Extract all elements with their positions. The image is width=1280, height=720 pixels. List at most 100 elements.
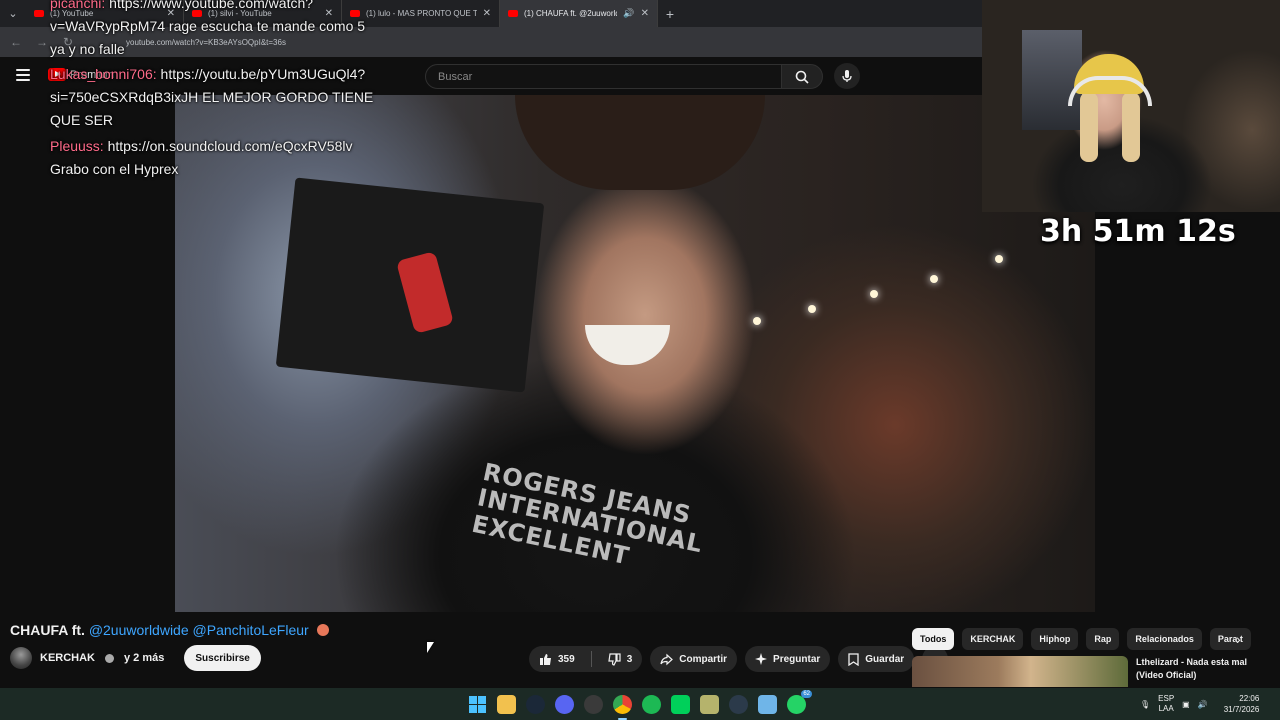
- video-actions: 359 3 Compartir Preguntar Guardar ⋯: [529, 646, 949, 672]
- emoji-icon: [316, 624, 329, 636]
- tab-chaufa[interactable]: (1) CHAUFA ft. @2uuworldwide 🔊 ✕: [500, 0, 658, 27]
- chevron-right-icon[interactable]: ›: [1236, 631, 1241, 647]
- clock-date: 31/7/2026: [1223, 705, 1260, 714]
- chat-message: picanchi: https://www.youtube.com/watch?…: [50, 0, 380, 61]
- bookmark-icon: [848, 652, 859, 666]
- channel-name[interactable]: KERCHAK: [40, 652, 95, 664]
- chrome-icon[interactable]: [613, 694, 632, 720]
- mention-link[interactable]: @PanchitoLeFleur: [193, 622, 309, 638]
- webcam-window-bg: [1022, 30, 1082, 130]
- ceiling-light: [870, 290, 878, 298]
- ccleaner-icon[interactable]: [729, 694, 748, 714]
- ceiling-light: [930, 275, 938, 283]
- dislike-count: 3: [626, 653, 633, 665]
- like-dislike-group: 359 3: [529, 646, 643, 672]
- ask-label: Preguntar: [773, 653, 821, 665]
- tab-label: (1) lulo - MAS PRONTO QUE TARDE: [366, 9, 477, 18]
- chip-todos[interactable]: Todos: [912, 628, 955, 650]
- steam-icon[interactable]: [526, 694, 545, 714]
- thumbs-up-icon: [540, 653, 551, 665]
- like-button[interactable]: 359: [529, 646, 585, 672]
- channel-row: KERCHAK y 2 más Suscribirse: [10, 645, 261, 671]
- windows-icon: [469, 695, 486, 713]
- search-input[interactable]: Buscar: [425, 64, 782, 89]
- subscribe-button[interactable]: Suscribirse: [184, 645, 261, 671]
- chat-username: Pleuuss:: [50, 138, 104, 154]
- youtube-favicon-icon: [34, 10, 44, 17]
- video-person-hair: [515, 95, 765, 190]
- verified-icon: [105, 653, 114, 663]
- ask-button[interactable]: Preguntar: [745, 646, 831, 672]
- save-button[interactable]: Guardar: [838, 646, 915, 672]
- stream-timer: 3h 51m 12s: [1040, 214, 1236, 249]
- close-icon[interactable]: ✕: [641, 8, 649, 19]
- network-icon[interactable]: ▣: [1182, 700, 1190, 709]
- chip-para-ti[interactable]: Para t: [1209, 628, 1251, 650]
- close-icon[interactable]: ✕: [483, 8, 491, 19]
- ceiling-light: [995, 255, 1003, 263]
- related-chips: Todos KERCHAK Hiphop Rap Relacionados Pa…: [912, 628, 1251, 650]
- ceiling-light: [808, 305, 816, 313]
- dislike-button[interactable]: 3: [598, 646, 643, 672]
- related-title[interactable]: Lthelizard - Nada esta mal (Video Oficia…: [1136, 656, 1266, 687]
- thumbs-down-icon: [607, 652, 621, 666]
- notification-badge: 62: [801, 689, 812, 698]
- like-count: 359: [558, 653, 575, 665]
- mention-link[interactable]: @2uuworldwide: [89, 622, 189, 638]
- chat-username: picanchi:: [50, 0, 106, 11]
- share-button[interactable]: Compartir: [650, 646, 738, 672]
- new-tab-button[interactable]: +: [658, 0, 682, 27]
- related-video-item[interactable]: Lthelizard - Nada esta mal (Video Oficia…: [912, 656, 1266, 687]
- video-title: CHAUFA ft. @2uuworldwide @PanchitoLeFleu…: [10, 622, 329, 638]
- notepad-icon[interactable]: [700, 694, 719, 714]
- start-button[interactable]: [468, 695, 487, 714]
- search-icon: [795, 70, 809, 84]
- file-explorer-icon[interactable]: [497, 694, 516, 714]
- chip-kerchak[interactable]: KERCHAK: [962, 628, 1024, 650]
- whatsapp-icon[interactable]: 62: [787, 689, 812, 714]
- obs-icon[interactable]: [584, 694, 603, 714]
- search-button[interactable]: [781, 64, 823, 89]
- spotify-icon[interactable]: [642, 694, 661, 714]
- chip-relacionados[interactable]: Relacionados: [1127, 628, 1202, 650]
- system-tray: 🎙 ESP LAA ▣ 🔊 22:06 31/7/2026: [1140, 688, 1259, 720]
- language-indicator[interactable]: ESP LAA: [1158, 694, 1174, 714]
- microphone-icon[interactable]: 🎙: [1140, 700, 1150, 709]
- chat-message: Lukas_bonni706: https://youtu.be/pYUm3UG…: [50, 63, 380, 132]
- video-title-text: CHAUFA ft.: [10, 622, 85, 638]
- screen: ⌄ (1) YouTube ✕ (1) silvi - YouTube ✕ (1…: [0, 0, 1280, 720]
- clock-time: 22:06: [1239, 694, 1260, 703]
- share-icon: [660, 653, 674, 665]
- menu-icon[interactable]: [16, 69, 30, 81]
- tab-list-button[interactable]: ⌄: [0, 0, 26, 27]
- search-placeholder: Buscar: [438, 70, 473, 83]
- lang-line-1: ESP: [1158, 694, 1175, 703]
- clock[interactable]: 22:06 31/7/2026: [1224, 693, 1260, 715]
- document-icon[interactable]: [758, 694, 777, 714]
- voice-search-button[interactable]: [834, 63, 860, 89]
- chip-hiphop[interactable]: Hiphop: [1031, 628, 1079, 650]
- channel-avatar[interactable]: [10, 647, 32, 669]
- microphone-icon: [842, 70, 852, 82]
- divider: [590, 651, 592, 667]
- related-thumbnail[interactable]: [912, 656, 1128, 687]
- windows-taskbar: 62 🎙 ESP LAA ▣ 🔊 22:06 31/7/2026: [0, 688, 1280, 720]
- chat-message: Pleuuss: https://on.soundcloud.com/eQcxR…: [50, 135, 380, 181]
- chip-rap[interactable]: Rap: [1086, 628, 1120, 650]
- mouse-cursor-icon: [427, 642, 434, 653]
- forward-icon[interactable]: →: [34, 35, 50, 49]
- youtube-favicon-icon: [508, 10, 518, 17]
- channel-more[interactable]: y 2 más: [124, 652, 164, 664]
- tab-label: (1) CHAUFA ft. @2uuworldwide: [524, 9, 617, 18]
- ceiling-light: [753, 317, 761, 325]
- kick-icon[interactable]: [671, 694, 690, 714]
- sparkle-icon: [755, 653, 768, 665]
- speaker-icon[interactable]: 🔊: [623, 8, 634, 19]
- taskbar-apps: 62: [468, 688, 812, 720]
- streamer-webcam: [982, 0, 1280, 212]
- volume-icon[interactable]: 🔊: [1198, 700, 1208, 709]
- chat-username: Lukas_bonni706:: [50, 66, 157, 82]
- discord-icon[interactable]: [555, 694, 574, 714]
- back-icon[interactable]: ←: [8, 35, 24, 49]
- video-hoodie-print: ROGERS JEANS INTERNATIONAL EXCELLENT: [469, 457, 706, 571]
